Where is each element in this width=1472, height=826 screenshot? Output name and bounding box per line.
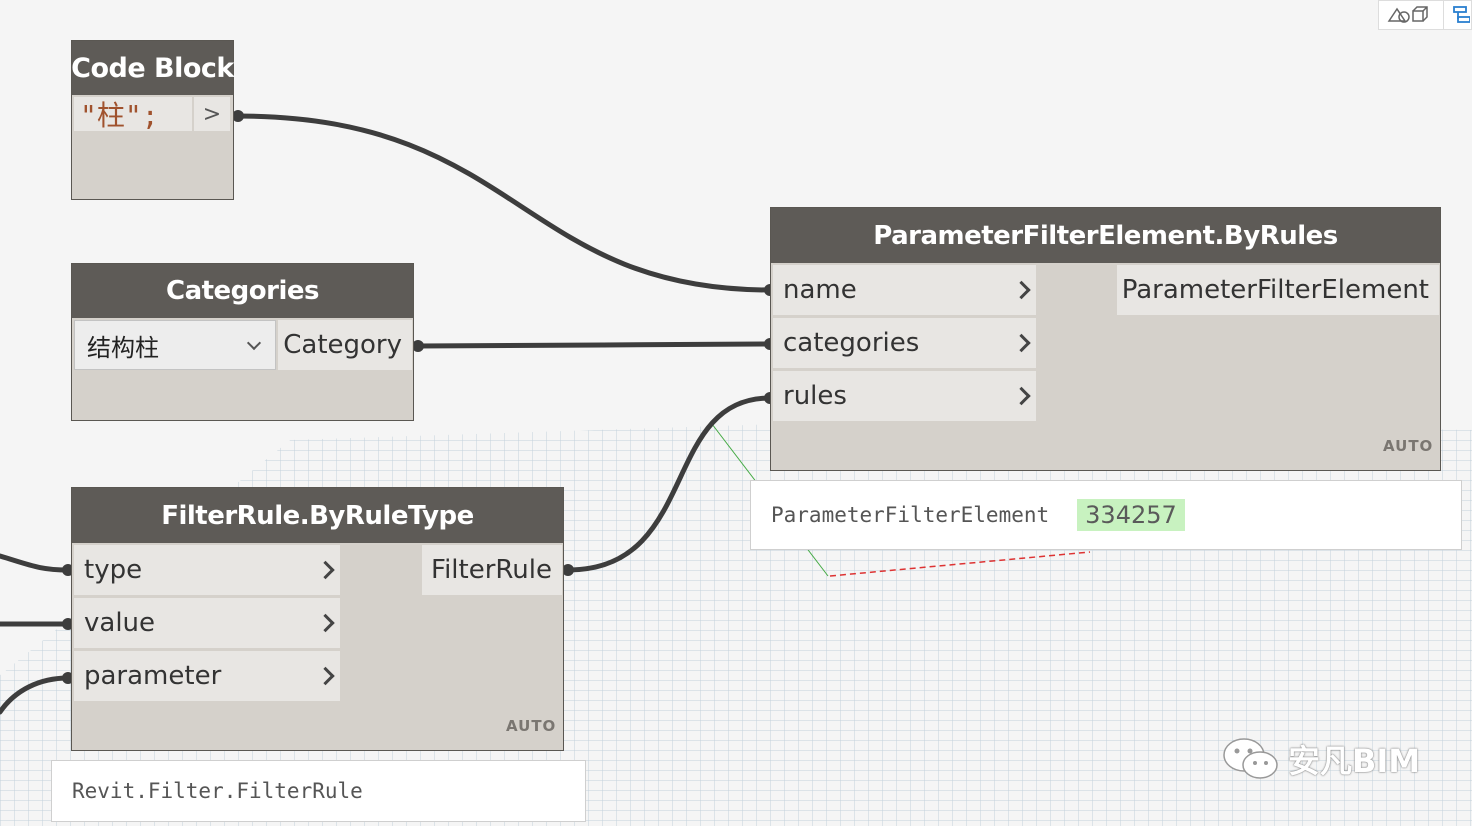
preview-text: Revit.Filter.FilterRule <box>72 779 363 803</box>
chevron-right-icon <box>316 613 335 633</box>
watermark-text: 安凡BIM <box>1288 742 1421 780</box>
input-port-rules[interactable]: rules <box>773 371 1036 421</box>
chevron-right-icon <box>316 666 335 686</box>
output-port[interactable]: FilterRule <box>422 545 562 595</box>
graph-view-icon[interactable] <box>1452 4 1470 26</box>
chevron-down-icon <box>246 335 262 351</box>
chevron-right-icon <box>1012 280 1031 300</box>
port-label: value <box>84 608 156 638</box>
wire-in-parameter <box>0 675 71 715</box>
input-port-categories[interactable]: categories <box>773 318 1036 368</box>
lacing-label[interactable]: AUTO <box>506 717 556 735</box>
parameterfilter-preview[interactable]: ParameterFilterElement 334257 <box>750 480 1462 550</box>
chevron-right-icon <box>1012 333 1031 353</box>
node-title: Code Block <box>71 41 234 95</box>
code-block-node[interactable]: Code Block "柱"; > <box>71 40 234 200</box>
input-port-parameter[interactable]: parameter <box>74 651 340 701</box>
node-title: Categories <box>72 264 413 318</box>
port-label: parameter <box>84 661 222 691</box>
input-port-value[interactable]: value <box>74 598 340 648</box>
input-port-name[interactable]: name <box>773 265 1036 315</box>
port-label: name <box>783 275 857 305</box>
geometry-view-icon[interactable] <box>1387 5 1431 25</box>
port-label: rules <box>783 381 847 411</box>
node-title: FilterRule.ByRuleType <box>72 488 563 543</box>
wire-in-type <box>0 553 71 573</box>
view-toolbar <box>1378 0 1472 30</box>
chevron-right-icon <box>316 560 335 580</box>
category-dropdown[interactable]: 结构柱 <box>74 320 276 370</box>
wechat-icon <box>1223 738 1278 779</box>
dropdown-value: 结构柱 <box>87 333 159 362</box>
filterrule-node[interactable]: FilterRule.ByRuleType type value paramet… <box>71 487 564 751</box>
code-text[interactable]: "柱"; <box>74 97 192 132</box>
port-label: type <box>84 555 143 585</box>
output-port[interactable]: > <box>194 97 230 131</box>
port-label: categories <box>783 328 920 358</box>
toolbar-divider <box>1443 0 1444 30</box>
parameterfilter-node[interactable]: ParameterFilterElement.ByRules name cate… <box>770 207 1441 471</box>
wire-categories-to-categories <box>415 341 773 349</box>
watermark: 安凡BIM <box>1222 736 1420 782</box>
wire-filterrule-to-rules <box>565 395 773 573</box>
element-id-badge[interactable]: 334257 <box>1077 499 1185 531</box>
lacing-label[interactable]: AUTO <box>1383 437 1433 455</box>
chevron-right-icon <box>1012 386 1031 406</box>
output-port[interactable]: ParameterFilterElement <box>1117 265 1439 315</box>
node-title: ParameterFilterElement.ByRules <box>771 208 1440 263</box>
output-port[interactable]: Category <box>278 320 412 370</box>
categories-node[interactable]: Categories 结构柱 Category <box>71 263 414 421</box>
input-port-type[interactable]: type <box>74 545 340 595</box>
filterrule-preview[interactable]: Revit.Filter.FilterRule <box>51 760 586 822</box>
preview-type: ParameterFilterElement <box>771 503 1050 527</box>
